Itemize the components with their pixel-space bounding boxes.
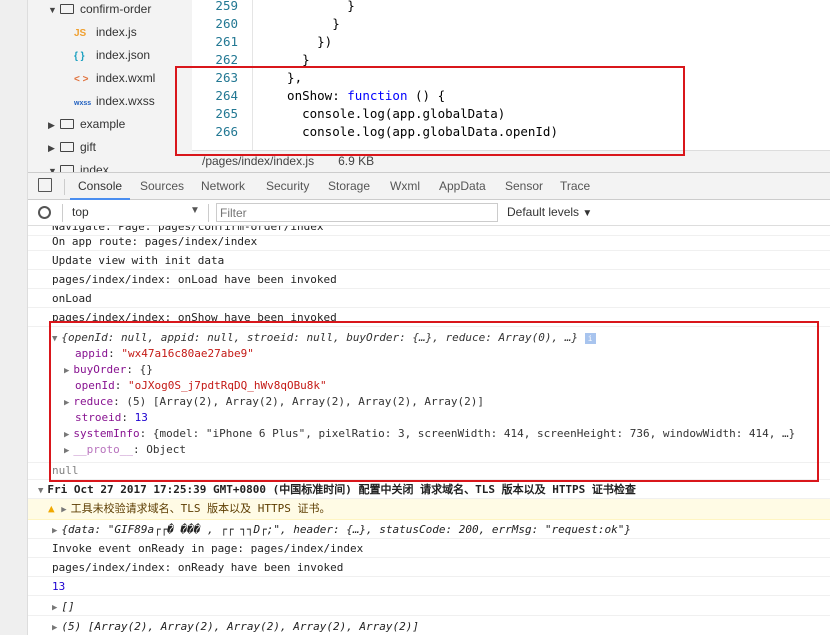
- line-number: 259: [215, 0, 238, 13]
- array-text: (5) [Array(2), Array(2), Array(2), Array…: [61, 620, 420, 633]
- caret-right-icon: ▶: [48, 143, 55, 153]
- wxml-file-icon: < >: [74, 74, 89, 85]
- folder-open-icon: [60, 165, 74, 172]
- wxss-file-icon: wxss: [74, 100, 92, 107]
- log-line: Update view with init data: [28, 251, 830, 270]
- tree-folder-index[interactable]: ▼ index: [48, 159, 109, 172]
- dropdown-arrow-icon[interactable]: ▼: [190, 205, 200, 216]
- tree-folder-example[interactable]: ▶ example: [48, 113, 125, 135]
- highlight-box: [49, 321, 819, 482]
- line-number: 260: [215, 16, 238, 31]
- response-text: {data: "GIF89a┌┌� ��� , ┌┌ ┐┐D┌;", heade…: [61, 523, 631, 536]
- array-text: []: [61, 600, 75, 613]
- tree-file-index-js[interactable]: JS index.js: [74, 21, 137, 43]
- tab-network[interactable]: Network: [201, 173, 245, 200]
- clear-console-icon[interactable]: [38, 206, 51, 219]
- divider: [64, 179, 65, 195]
- caret-right-icon: ▶: [52, 526, 58, 536]
- code-line: }: [272, 16, 340, 31]
- line-number: 262: [215, 52, 238, 67]
- log-line-response[interactable]: ▶ {data: "GIF89a┌┌� ��� , ┌┌ ┐┐D┌;", head…: [28, 520, 830, 539]
- group-title-text: Fri Oct 27 2017 17:25:39 GMT+0800 (中国标准时…: [47, 483, 636, 496]
- tree-file-index-json[interactable]: { } index.json: [74, 44, 150, 66]
- tree-label: index.wxml: [96, 71, 156, 85]
- json-file-icon: { }: [74, 51, 85, 62]
- tab-sensor[interactable]: Sensor: [505, 173, 543, 200]
- tree-label: index.wxss: [96, 94, 155, 108]
- log-line: On app route: pages/index/index: [28, 232, 830, 251]
- caret-right-icon: ▶: [52, 623, 58, 633]
- tree-label: gift: [80, 140, 97, 154]
- context-select[interactable]: top: [72, 205, 89, 219]
- tree-label: index: [80, 163, 109, 172]
- tree-file-index-wxml[interactable]: < > index.wxml: [74, 67, 155, 89]
- tab-appdata[interactable]: AppData: [439, 173, 486, 200]
- caret-right-icon: ▶: [52, 603, 58, 613]
- tree-file-index-wxss[interactable]: wxss index.wxss: [74, 90, 155, 112]
- caret-down-icon: ▼: [48, 166, 57, 172]
- tab-console[interactable]: Console: [70, 173, 131, 200]
- log-levels-select[interactable]: Default levels ▼: [507, 205, 592, 219]
- tree-label: confirm-order: [80, 2, 152, 16]
- file-path: /pages/index/index.js: [202, 154, 315, 168]
- caret-down-icon: ▼: [48, 5, 57, 15]
- folder-open-icon: [60, 4, 74, 14]
- log-levels-label: Default levels: [507, 205, 580, 219]
- log-line: pages/index/index: onReady have been inv…: [28, 558, 830, 577]
- file-tree: ▼ confirm-order JS index.js { } index.json …: [28, 0, 192, 172]
- tab-wxml[interactable]: Wxml: [390, 173, 420, 200]
- code-line: }: [272, 0, 355, 13]
- tree-folder-confirm-order[interactable]: ▼ confirm-order: [48, 0, 151, 20]
- js-file-icon: JS: [74, 28, 87, 39]
- divider: [208, 204, 209, 222]
- tree-label: index.js: [96, 25, 137, 39]
- tab-storage[interactable]: Storage: [328, 173, 370, 200]
- console-filter-bar: top ▼ Default levels ▼: [28, 200, 830, 226]
- folder-icon: [60, 142, 74, 152]
- warning-text: 工具未校验请求域名、TLS 版本以及 HTTPS 证书。: [70, 502, 331, 515]
- highlight-box: [175, 66, 685, 156]
- log-line-array[interactable]: ▶ (5) [Array(2), Array(2), Array(2), Arra…: [28, 617, 830, 635]
- dropdown-arrow-icon: ▼: [582, 208, 593, 219]
- log-group-title[interactable]: ▼ Fri Oct 27 2017 17:25:39 GMT+0800 (中国标准…: [28, 480, 830, 499]
- divider: [62, 204, 63, 222]
- tab-sources[interactable]: Sources: [140, 173, 184, 200]
- folder-icon: [60, 119, 74, 129]
- warning-line[interactable]: ▲ ▶ 工具未校验请求域名、TLS 版本以及 HTTPS 证书。: [28, 499, 830, 520]
- tree-label: example: [80, 117, 126, 131]
- tree-label: index.json: [96, 48, 151, 62]
- caret-down-icon: ▼: [38, 486, 44, 496]
- log-line: Invoke event onReady in page: pages/inde…: [28, 539, 830, 558]
- code-line: }: [272, 52, 310, 67]
- log-line-empty-array[interactable]: ▶[]: [28, 597, 830, 616]
- warning-icon: ▲: [48, 502, 55, 515]
- log-line: pages/index/index: onLoad have been invo…: [28, 270, 830, 289]
- filter-input[interactable]: [216, 203, 498, 222]
- line-number: 261: [215, 34, 238, 49]
- caret-right-icon: ▶: [61, 505, 67, 515]
- devtools-tabs: Console Sources Network Security Storage…: [28, 172, 830, 200]
- tab-security[interactable]: Security: [266, 173, 309, 200]
- inspect-element-icon[interactable]: [38, 178, 52, 192]
- tab-trace[interactable]: Trace: [560, 173, 590, 200]
- log-line: onLoad: [28, 289, 830, 308]
- left-strip: [0, 0, 28, 635]
- log-line-number: 13: [28, 577, 830, 596]
- tree-folder-gift[interactable]: ▶ gift: [48, 136, 96, 158]
- file-size: 6.9 KB: [338, 154, 375, 168]
- code-line: }): [272, 34, 333, 49]
- caret-right-icon: ▶: [48, 120, 55, 130]
